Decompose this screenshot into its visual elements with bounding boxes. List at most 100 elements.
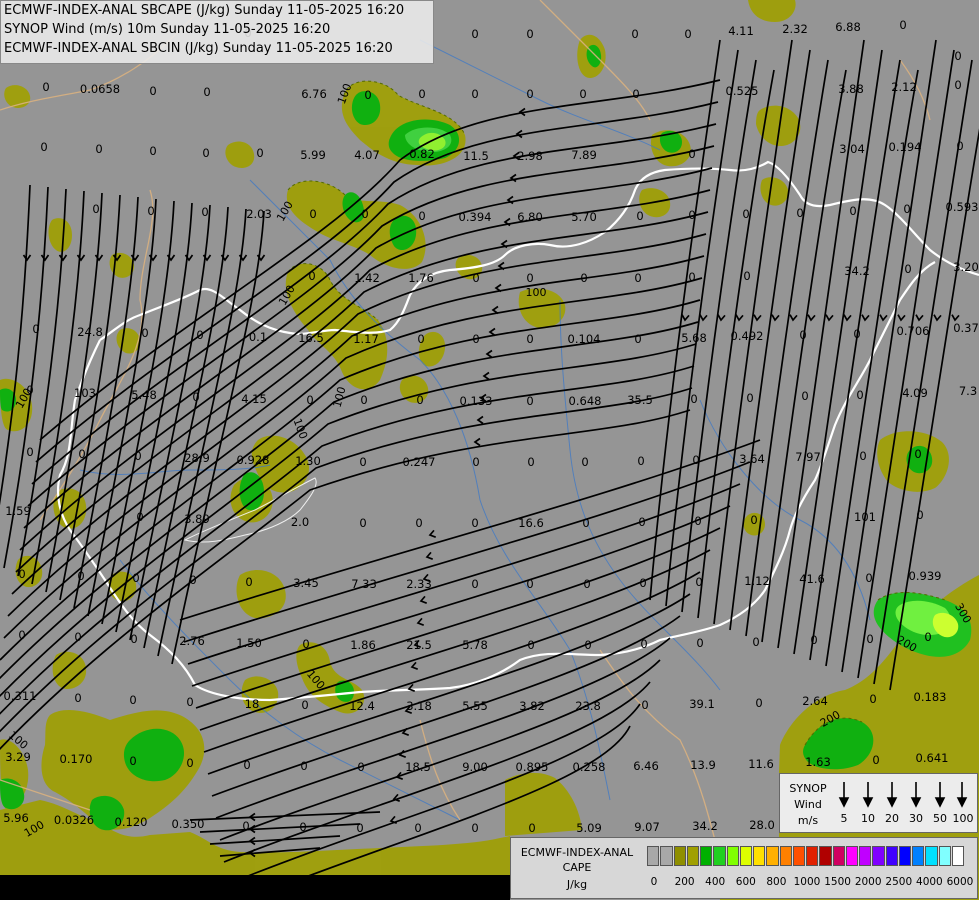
sbcin-value: 0	[750, 513, 757, 527]
sbcin-value: 2.64	[802, 694, 828, 708]
sbcin-value: 0	[903, 202, 910, 216]
sbcin-value: 0	[136, 510, 143, 524]
sbcin-value: 0	[695, 575, 702, 589]
sbcin-value: 0	[526, 394, 533, 408]
wind-speed-5: 5	[840, 812, 848, 825]
sbcin-value: 0	[309, 207, 316, 221]
cape-color-swatch	[792, 846, 805, 866]
sbcin-value: 0	[526, 271, 533, 285]
sbcin-value: 0	[186, 695, 193, 709]
sbcin-value: 1.12	[744, 574, 770, 588]
sbcin-value: 1.50	[236, 636, 262, 650]
sbcin-value: 39.1	[689, 697, 715, 711]
sbcin-value: 0	[416, 393, 423, 407]
sbcin-value: 0	[742, 207, 749, 221]
sbcin-value: 0	[203, 85, 210, 99]
cape-tick-label: 600	[735, 876, 756, 888]
sbcin-value: 28.0	[749, 818, 775, 832]
cape-tick-labels: 0 200 400 600 800 1000 1500 2000 2500 4000 6000	[647, 876, 974, 890]
sbcin-value: 2.33	[406, 577, 432, 591]
sbcin-value: 0	[95, 142, 102, 156]
sbcin-value: 0	[810, 633, 817, 647]
sbcin-value: 5.70	[571, 210, 597, 224]
sbcin-value: 0.641	[916, 751, 949, 765]
sbcin-value: 0.183	[914, 690, 947, 704]
sbcin-value: 0.133	[460, 394, 493, 408]
cape-color-swatch	[951, 846, 964, 866]
sbcin-value: 0.895	[516, 760, 549, 774]
cape-color-swatch	[806, 846, 819, 866]
sbcin-value: 101	[854, 510, 876, 524]
sbcin-value: 0.706	[897, 324, 930, 338]
cape-tick-label: 400	[705, 876, 726, 888]
cape-color-swatch	[819, 846, 832, 866]
sbcin-value: 9.07	[634, 820, 660, 834]
cape-color-swatch	[872, 846, 885, 866]
sbcin-value: 0	[639, 576, 646, 590]
sbcin-value: 1.86	[350, 638, 376, 652]
sbcin-value: 0	[471, 821, 478, 835]
sbcin-value: 103	[74, 386, 96, 400]
sbcin-value: 4.09	[902, 386, 928, 400]
sbcin-value: 3.18	[406, 699, 432, 713]
sbcin-value: 0	[801, 389, 808, 403]
sbcin-value: 0	[869, 692, 876, 706]
sbcin-value: 0.593	[946, 200, 979, 214]
sbcin-value: 0	[641, 698, 648, 712]
title-sbcape: ECMWF-INDEX-ANAL SBCAPE (J/kg) Sunday 11…	[4, 3, 405, 18]
sbcin-value: 5.99	[300, 148, 326, 162]
sbcin-value: 0	[694, 514, 701, 528]
sbcin-value: 0	[357, 760, 364, 774]
sbcin-value: 0	[799, 328, 806, 342]
sbcin-value: 0	[696, 636, 703, 650]
sbcin-value: 0	[637, 454, 644, 468]
sbcin-value: 0	[743, 269, 750, 283]
sbcin-value: 3.82	[519, 699, 545, 713]
sbcin-value: 0	[527, 455, 534, 469]
cape-color-swatch	[660, 846, 673, 866]
cape-legend: ECMWF-INDEX-ANAL CAPE J/kg 0 200 400 600 800…	[510, 837, 978, 899]
sbcin-value: 0.1	[249, 330, 267, 344]
sbcin-value: 0.350	[172, 817, 205, 831]
sbcin-value: 7.33	[351, 577, 377, 591]
sbcin-value: 13.9	[690, 758, 716, 772]
sbcin-value: 0	[849, 204, 856, 218]
sbcin-value: 5.48	[131, 388, 157, 402]
sbcin-value: 18.5	[405, 760, 431, 774]
cape-tick-label: 200	[674, 876, 695, 888]
sbcin-value: 0	[26, 445, 33, 459]
sbcin-value: 2.0	[291, 515, 309, 529]
sbcin-value: 0.104	[568, 332, 601, 346]
cape-color-swatch	[885, 846, 898, 866]
wind-speed-100: 100	[952, 812, 974, 825]
cape-tick-label: 2500	[885, 876, 913, 888]
sbcin-value: 0	[924, 630, 931, 644]
sbcin-value: 24.8	[77, 325, 103, 339]
sbcin-value: 0	[636, 209, 643, 223]
sbcin-value: 0	[581, 455, 588, 469]
sbcin-value: 0	[579, 87, 586, 101]
sbcin-value: 0	[299, 820, 306, 834]
sbcin-value: 3.45	[293, 576, 319, 590]
sbcin-value: 0	[866, 632, 873, 646]
sbcin-value: 0	[130, 632, 137, 646]
sbcin-value: 6.76	[301, 87, 327, 101]
sbcin-value: 0	[243, 758, 250, 772]
sbcin-value: 0	[364, 88, 371, 102]
sbcin-value: 1.63	[805, 755, 831, 769]
sbcin-value: 0	[256, 146, 263, 160]
sbcin-value: 0	[132, 571, 139, 585]
sbcin-value: 0	[18, 567, 25, 581]
sbcin-value: 0	[361, 207, 368, 221]
cape-color-swatch	[739, 846, 752, 866]
sbcin-value: 34.2	[692, 819, 718, 833]
sbcin-value: 3.89	[184, 512, 210, 526]
sbcin-value: 0.120	[115, 815, 148, 829]
cape-tick-label: 1500	[824, 876, 851, 888]
sbcin-value: 0	[631, 27, 638, 41]
sbcin-value: 0	[865, 571, 872, 585]
sbcin-value: 2.03	[246, 207, 272, 221]
sbcin-value: 0	[916, 508, 923, 522]
sbcin-value: 0	[359, 455, 366, 469]
sbcin-value: 0.525	[726, 84, 759, 98]
